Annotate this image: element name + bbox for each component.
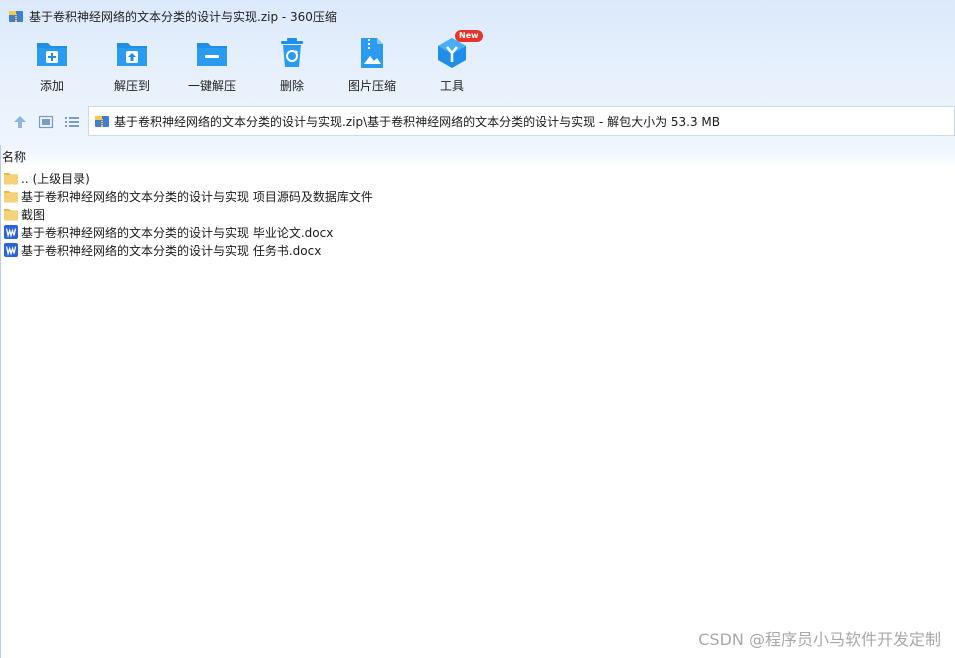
folder-icon xyxy=(4,191,18,203)
tools-button[interactable]: New 工具 xyxy=(412,30,492,98)
address-bar[interactable]: 基于卷积神经网络的文本分类的设计与实现.zip\基于卷积神经网络的文本分类的设计… xyxy=(88,106,955,136)
extract-to-label: 解压到 xyxy=(113,79,150,93)
add-button[interactable]: 添加 xyxy=(12,36,92,98)
watermark: CSDN @程序员小马软件开发定制 xyxy=(698,630,941,649)
image-compress-icon xyxy=(361,38,383,68)
column-header: 名称 xyxy=(0,145,955,165)
list-item-parent-dir[interactable]: .. (上级目录) xyxy=(0,169,520,187)
list-item-name: 基于卷积神经网络的文本分类的设计与实现 项目源码及数据库文件 xyxy=(21,189,373,204)
one-click-extract-label: 一键解压 xyxy=(187,79,236,93)
one-click-extract-button[interactable]: 一键解压 xyxy=(172,36,252,98)
image-compress-button[interactable]: 图片压缩 xyxy=(332,36,412,98)
title-bar: 基于卷积神经网络的文本分类的设计与实现.zip - 360压缩 xyxy=(0,0,955,32)
add-folder-icon xyxy=(37,43,67,66)
list-item-name: 基于卷积神经网络的文本分类的设计与实现 毕业论文.docx xyxy=(21,225,334,240)
list-item-screenshot-folder[interactable]: 截图 xyxy=(0,205,520,223)
extract-to-icon xyxy=(117,43,147,66)
up-arrow-icon[interactable] xyxy=(12,114,28,130)
word-doc-icon xyxy=(4,243,18,257)
list-view-icon[interactable] xyxy=(64,114,80,130)
list-item-name: 截图 xyxy=(21,207,46,222)
delete-label: 删除 xyxy=(279,79,304,93)
tools-label: 工具 xyxy=(439,79,464,93)
extract-to-button[interactable]: 解压到 xyxy=(92,36,172,98)
thumbnail-view-icon[interactable] xyxy=(38,114,54,130)
column-name-header[interactable]: 名称 xyxy=(2,148,26,165)
list-item-thesis-docx[interactable]: 基于卷积神经网络的文本分类的设计与实现 毕业论文.docx xyxy=(0,223,520,241)
one-click-extract-icon xyxy=(197,43,227,66)
folder-icon xyxy=(4,173,18,185)
recycle-delete-icon xyxy=(281,38,303,67)
list-item-name: 基于卷积神经网络的文本分类的设计与实现 任务书.docx xyxy=(21,243,322,258)
new-badge: New xyxy=(455,30,483,42)
zip-archive-icon xyxy=(95,116,109,127)
folder-icon xyxy=(4,209,18,221)
word-doc-icon xyxy=(4,225,18,239)
add-label: 添加 xyxy=(39,79,64,93)
zip-archive-icon xyxy=(9,11,23,22)
tools-icon-wrapper: New xyxy=(435,30,483,70)
toolbar: 添加 解压到 一键解压 删除 图片压缩 New 工具 xyxy=(0,30,955,98)
window-title: 基于卷积神经网络的文本分类的设计与实现.zip - 360压缩 xyxy=(29,9,337,24)
list-item-source-folder[interactable]: 基于卷积神经网络的文本分类的设计与实现 项目源码及数据库文件 xyxy=(0,187,520,205)
list-item-name: .. (上级目录) xyxy=(21,171,90,186)
address-row: 基于卷积神经网络的文本分类的设计与实现.zip\基于卷积神经网络的文本分类的设计… xyxy=(0,106,955,138)
address-path: 基于卷积神经网络的文本分类的设计与实现.zip\基于卷积神经网络的文本分类的设计… xyxy=(114,114,721,129)
app-window: 基于卷积神经网络的文本分类的设计与实现.zip - 360压缩 添加 解压到 一… xyxy=(0,0,955,658)
image-compress-label: 图片压缩 xyxy=(347,79,396,93)
delete-button[interactable]: 删除 xyxy=(252,36,332,98)
list-item-task-docx[interactable]: 基于卷积神经网络的文本分类的设计与实现 任务书.docx xyxy=(0,241,520,259)
